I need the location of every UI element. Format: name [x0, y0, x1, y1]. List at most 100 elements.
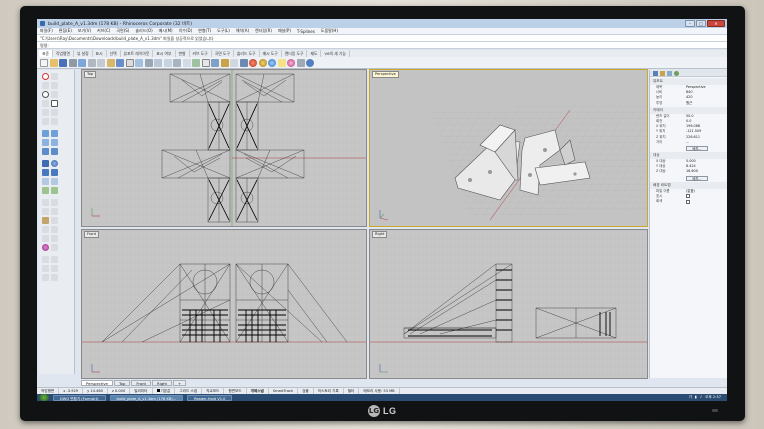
options-icon[interactable] [296, 58, 305, 67]
minimize-button[interactable]: – [685, 20, 695, 27]
viewport-label-right[interactable]: Right [372, 231, 388, 238]
polyline-icon[interactable] [42, 82, 49, 89]
analysis-icon[interactable] [51, 244, 58, 251]
render-material-icon[interactable] [42, 244, 49, 251]
point-icon[interactable] [51, 73, 58, 80]
display-tab-icon[interactable] [667, 70, 672, 76]
network-surface-icon[interactable] [51, 148, 58, 155]
save-icon[interactable] [59, 58, 67, 67]
polygon-icon[interactable] [42, 109, 49, 116]
rotate-icon[interactable] [42, 226, 49, 233]
viewport-label-perspective[interactable]: Perspective [372, 71, 399, 78]
properties-tab-icon[interactable] [653, 70, 658, 76]
menu-mesh[interactable]: 메시(M) [159, 28, 173, 34]
render-sphere-icon[interactable] [249, 58, 257, 67]
check-icon[interactable] [42, 265, 49, 272]
block-icon[interactable] [51, 274, 58, 281]
camera-place-button[interactable]: 배치... [686, 146, 708, 152]
environment-sphere-icon[interactable] [268, 58, 276, 67]
array-icon[interactable] [51, 235, 58, 242]
close-button[interactable]: ✕ [707, 20, 725, 27]
help-icon[interactable] [306, 58, 314, 67]
fillet-curves-icon[interactable] [42, 118, 49, 125]
tab-set-view[interactable]: 뷰 설정 [74, 50, 93, 57]
join-icon[interactable] [42, 208, 49, 215]
menu-surface[interactable]: 곡면(S) [116, 28, 129, 34]
hide-icon[interactable] [211, 58, 219, 67]
viewport-perspective[interactable]: Perspective [369, 69, 648, 227]
offset-curve-icon[interactable] [51, 118, 58, 125]
lock-icon[interactable] [220, 58, 229, 67]
move-icon[interactable] [51, 217, 58, 224]
tab-mesh-tools[interactable]: 메시 도구 [260, 50, 282, 57]
target-place-button[interactable]: 배치... [686, 175, 708, 181]
menu-render[interactable]: 렌더링(R) [255, 28, 272, 34]
menu-solid[interactable]: 솔리드(O) [135, 28, 152, 34]
menu-view[interactable]: 보기(V) [78, 28, 91, 34]
select-point-icon[interactable] [42, 73, 49, 80]
copy-icon[interactable] [97, 58, 105, 67]
viewport-right[interactable]: Right [369, 229, 648, 379]
zoom-icon[interactable] [144, 58, 153, 67]
rotate-view-icon[interactable] [135, 58, 143, 67]
task-reader[interactable]: Reader-Hold V1.0 [187, 394, 233, 401]
select-icon[interactable] [201, 58, 210, 67]
new-file-icon[interactable] [40, 58, 48, 67]
sphere-icon[interactable] [51, 160, 58, 167]
import-icon[interactable] [78, 58, 86, 67]
tab-render-tools[interactable]: 렌더링 도구 [282, 50, 308, 57]
cplane-icon[interactable] [192, 58, 200, 67]
viewport-front[interactable]: Front [81, 229, 367, 379]
trim-icon[interactable] [42, 199, 49, 206]
vtab-add[interactable]: + [173, 380, 187, 386]
light-icon[interactable] [277, 58, 286, 67]
free-curve-icon[interactable] [51, 109, 58, 116]
zoom-window-icon[interactable] [154, 58, 162, 67]
scale-icon[interactable] [51, 226, 58, 233]
viewport-label-top[interactable]: Top [84, 71, 97, 78]
pan-icon[interactable] [125, 58, 134, 67]
mesh-icon[interactable] [42, 187, 49, 194]
show-checkbox[interactable] [686, 194, 690, 199]
print-icon[interactable] [68, 58, 77, 67]
boolean-difference-icon[interactable] [51, 178, 58, 185]
menu-help[interactable]: 도움말(H) [321, 28, 338, 34]
tray-volume-icon[interactable]: ♪ [700, 394, 702, 401]
tab-visibility[interactable]: 표시 여부 [153, 50, 176, 57]
vtab-perspective[interactable]: Perspective [81, 380, 113, 386]
boolean-union-icon[interactable] [42, 178, 49, 185]
tray-lang[interactable]: 가 [689, 394, 692, 401]
section-wallpaper[interactable]: 배경 비트맵 [650, 181, 727, 189]
properties-icon[interactable] [239, 58, 248, 67]
rendered-view-icon[interactable] [287, 58, 295, 67]
zoom-selected-icon[interactable] [173, 58, 181, 67]
menu-edit[interactable]: 편집(E) [59, 28, 72, 34]
mirror-icon[interactable] [42, 235, 49, 242]
mesh-tools-icon[interactable] [51, 187, 58, 194]
gray-checkbox[interactable] [686, 199, 690, 204]
arc-icon[interactable] [51, 91, 58, 98]
cone-icon[interactable] [51, 169, 58, 176]
vtab-top[interactable]: Top [114, 380, 131, 386]
cut-icon[interactable] [87, 58, 96, 67]
vtab-right[interactable]: Right [152, 380, 173, 386]
history-icon[interactable] [51, 265, 58, 272]
command-input[interactable]: 명령: [37, 42, 727, 49]
curve-icon[interactable] [51, 82, 58, 89]
section-viewport[interactable]: 뷰포트 [650, 78, 727, 85]
undo-icon[interactable] [116, 58, 124, 67]
hatch-icon[interactable] [42, 274, 49, 281]
task-rhino[interactable]: build_plate_A_v1.3dm (178 KB)... [109, 394, 184, 401]
tray-clock[interactable]: 오후 2:37 [705, 394, 721, 401]
menu-tools[interactable]: 도구(L) [217, 28, 230, 34]
dimension-icon[interactable] [42, 256, 49, 263]
start-button-icon[interactable] [39, 394, 49, 401]
paste-icon[interactable] [106, 58, 115, 67]
sweep-icon[interactable] [42, 148, 49, 155]
tab-new-in-v6[interactable]: V6의 새 기능 [321, 50, 350, 57]
tab-solid-tools[interactable]: 솔리드 도구 [234, 50, 260, 57]
menu-dimension[interactable]: 치수(D) [179, 28, 193, 34]
maximize-button[interactable]: □ [696, 20, 706, 27]
material-sphere-icon[interactable] [258, 58, 267, 67]
section-target[interactable]: 대상 [650, 152, 727, 160]
